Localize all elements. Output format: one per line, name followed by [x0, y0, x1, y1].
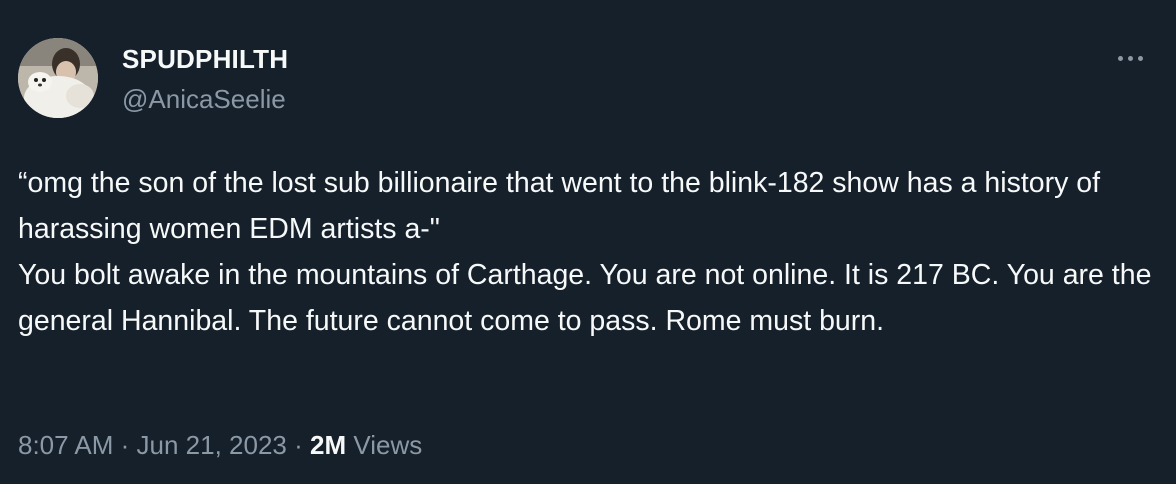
tweet-date[interactable]: Jun 21, 2023	[137, 430, 287, 460]
tweet-text: “omg the son of the lost sub billionaire…	[18, 160, 1163, 344]
tweet-text-paragraph-1: “omg the son of the lost sub billionaire…	[18, 167, 1101, 245]
display-name[interactable]: SPUDPHILTH	[122, 44, 288, 74]
tweet-time[interactable]: 8:07 AM	[18, 430, 113, 460]
tweet-meta: 8:07 AM · Jun 21, 2023 · 2M Views	[18, 428, 422, 462]
meta-separator: ·	[113, 430, 137, 460]
avatar[interactable]	[18, 38, 98, 118]
more-options-button[interactable]	[1112, 46, 1148, 70]
views-label: Views	[346, 430, 423, 460]
user-handle[interactable]: @AnicaSeelie	[122, 84, 286, 114]
ellipsis-icon	[1117, 55, 1123, 61]
avatar-photo	[18, 38, 98, 118]
meta-separator: ·	[286, 430, 310, 460]
tweet-card: SPUDPHILTH @AnicaSeelie “omg the son of …	[0, 0, 1176, 484]
views-count[interactable]: 2M	[310, 430, 346, 460]
ellipsis-icon	[1137, 55, 1143, 61]
tweet-text-paragraph-2: You bolt awake in the mountains of Carth…	[18, 259, 1152, 337]
ellipsis-icon	[1127, 55, 1133, 61]
